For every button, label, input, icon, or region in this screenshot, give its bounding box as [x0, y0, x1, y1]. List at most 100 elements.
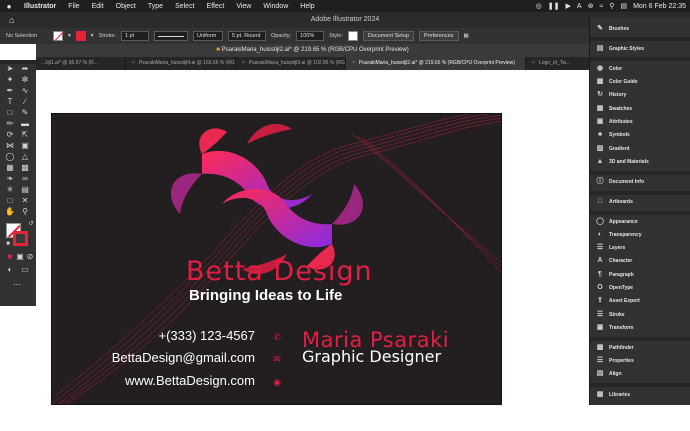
panel-brushes[interactable]: ✎ Brushes	[590, 23, 690, 35]
panel-artboards[interactable]: □ Artboards	[590, 196, 690, 208]
panel-properties[interactable]: ☰ Properties	[590, 355, 690, 367]
panel-transform[interactable]: ▣ Transform	[590, 322, 690, 334]
brand-tagline[interactable]: Bringing Ideas to Life	[189, 287, 342, 304]
control-center-icon[interactable]: ▤	[620, 2, 627, 10]
panel-symbols[interactable]: ♣ Symbols	[590, 129, 690, 141]
close-icon[interactable]: ×	[532, 57, 535, 70]
stroke-weight-field[interactable]: 1 pt	[120, 31, 149, 41]
apple-menu-icon[interactable]: ●	[0, 2, 18, 11]
panel-color[interactable]: ◉ Color	[590, 63, 690, 75]
chevron-down-icon[interactable]: ▾	[68, 33, 71, 39]
menu-effect[interactable]: Effect	[201, 3, 231, 10]
close-icon[interactable]: ×	[352, 57, 355, 70]
mesh-tool-icon[interactable]: ▦	[5, 163, 15, 173]
panel-appearance[interactable]: ◯ Appearance	[590, 216, 690, 228]
rectangle-tool-icon[interactable]: □	[5, 108, 15, 118]
panel-layers[interactable]: ☰ Layers	[590, 242, 690, 254]
eraser-icon[interactable]: ▬	[20, 119, 30, 129]
lasso-icon[interactable]: ✼	[20, 75, 30, 85]
rotate-tool-icon[interactable]: ⟳	[5, 130, 15, 140]
menu-view[interactable]: View	[230, 3, 257, 10]
fill-swatch[interactable]	[53, 31, 63, 41]
chevron-down-icon[interactable]: ▾	[91, 33, 94, 39]
menu-window[interactable]: Window	[257, 3, 294, 10]
brush-select[interactable]: 5 pt. Round	[227, 31, 266, 41]
line-tool-icon[interactable]: ∕	[20, 97, 30, 107]
panel-color-guide[interactable]: ▩ Color Guide	[590, 76, 690, 88]
stroke-color-box[interactable]	[13, 231, 28, 246]
brand-name[interactable]: Betta Design	[186, 256, 373, 287]
panel-align[interactable]: ▤ Align	[590, 368, 690, 380]
gradient-tool-icon[interactable]: ▩	[20, 163, 30, 173]
menu-object[interactable]: Object	[110, 3, 142, 10]
panel-swatches[interactable]: ▦ Swatches	[590, 103, 690, 115]
panel-attributes[interactable]: ▣ Attributes	[590, 116, 690, 128]
tab-document-5[interactable]: × Logo_of_Tw...	[526, 57, 589, 70]
shape-builder-icon[interactable]: ◯	[5, 152, 15, 162]
panel-document-info[interactable]: ⓘ Document Info	[590, 176, 690, 188]
search-icon[interactable]: ⚲	[609, 2, 614, 10]
style-swatch[interactable]	[347, 31, 358, 41]
menu-file[interactable]: File	[62, 3, 85, 10]
play-icon[interactable]: ▶	[566, 2, 571, 10]
creative-cloud-icon[interactable]: ◎	[536, 2, 542, 10]
default-colors-icon[interactable]: ■	[3, 239, 13, 249]
menu-help[interactable]: Help	[294, 3, 320, 10]
none-mode-icon[interactable]: ⊘	[25, 252, 35, 262]
panel-stroke[interactable]: ☰ Stroke	[590, 309, 690, 321]
panel-character[interactable]: A Character	[590, 255, 690, 267]
symbol-sprayer-icon[interactable]: ✳	[5, 185, 15, 195]
panel-transparency[interactable]: ◐ Transparency	[590, 229, 690, 241]
slice-tool-icon[interactable]: ✕	[20, 196, 30, 206]
close-icon[interactable]: ×	[132, 57, 135, 70]
draw-mode-icon[interactable]: ◐	[5, 265, 15, 275]
arrange-icon[interactable]: ▦	[464, 33, 469, 39]
preferences-button[interactable]: Preferences	[418, 31, 459, 41]
artboard-business-card[interactable]: Betta Design Bringing Ideas to Life +(33…	[51, 113, 502, 405]
wifi-icon[interactable]: ≈	[599, 3, 603, 10]
type-tool-icon[interactable]: T	[5, 97, 15, 107]
free-transform-icon[interactable]: ▣	[20, 141, 30, 151]
menu-type[interactable]: Type	[142, 3, 169, 10]
panel-graphic-styles[interactable]: ▤ Graphic Styles	[590, 43, 690, 55]
color-mode-icon[interactable]: ■	[5, 252, 15, 262]
perspective-grid-icon[interactable]: △	[20, 152, 30, 162]
card-email[interactable]: BettaDesign@gmail.com	[112, 350, 255, 365]
screen-mode-icon[interactable]: ▭	[20, 265, 30, 275]
menu-app[interactable]: Illustrator	[18, 3, 62, 10]
menu-edit[interactable]: Edit	[86, 3, 110, 10]
scale-tool-icon[interactable]: ⇱	[20, 130, 30, 140]
zoom-tool-icon[interactable]: ⚲	[20, 207, 30, 217]
panel-libraries[interactable]: ▦ Libraries	[590, 389, 690, 401]
clock[interactable]: Mon 6 Feb 22:35	[633, 3, 686, 10]
tab-document-3[interactable]: × PsarakiMaria_huisstijl3.ai @ 102.96 % (…	[236, 57, 346, 70]
tab-document-2[interactable]: × PsarakiMaria_huisstijl4.ai @ 166.56 % (…	[126, 57, 236, 70]
panel-paragraph[interactable]: ¶ Paragraph	[590, 269, 690, 281]
tab-document-active[interactable]: × PsarakiMaria_huisstijl2.ai* @ 219.65 % …	[346, 57, 526, 70]
stroke-swatch[interactable]	[75, 31, 86, 41]
more-tools-icon[interactable]: ⋯	[12, 280, 22, 290]
selection-tool-icon[interactable]: ➤	[5, 64, 15, 74]
hand-tool-icon[interactable]: ✋	[5, 207, 15, 217]
opacity-field[interactable]: 100%	[296, 31, 325, 41]
close-icon[interactable]: ×	[242, 57, 245, 70]
panel-history[interactable]: ↻ History	[590, 89, 690, 101]
blend-tool-icon[interactable]: ∞	[20, 174, 30, 184]
graph-tool-icon[interactable]: ▤	[20, 185, 30, 195]
artboard-tool-icon[interactable]: □	[5, 196, 15, 206]
pen-tool-icon[interactable]: ✒	[5, 86, 15, 96]
magic-wand-icon[interactable]: ✦	[5, 75, 15, 85]
panel-3d-materials[interactable]: ▲ 3D and Materials	[590, 156, 690, 168]
panel-asset-export[interactable]: ⇧ Asset Export	[590, 295, 690, 307]
eyedropper-icon[interactable]: ❧	[5, 174, 15, 184]
menu-select[interactable]: Select	[169, 3, 200, 10]
paintbrush-icon[interactable]: ✎	[20, 108, 30, 118]
bluetooth-icon[interactable]: ⊛	[588, 2, 594, 10]
card-phone[interactable]: +(333) 123-4567	[159, 328, 256, 343]
width-tool-icon[interactable]: ⋈	[5, 141, 15, 151]
panel-pathfinder[interactable]: ▩ Pathfinder	[590, 342, 690, 354]
input-source-icon[interactable]: A	[577, 3, 582, 10]
document-setup-button[interactable]: Document Setup	[362, 31, 414, 41]
swap-colors-icon[interactable]: ↺	[26, 219, 36, 229]
panel-gradient[interactable]: ▨ Gradient	[590, 143, 690, 155]
